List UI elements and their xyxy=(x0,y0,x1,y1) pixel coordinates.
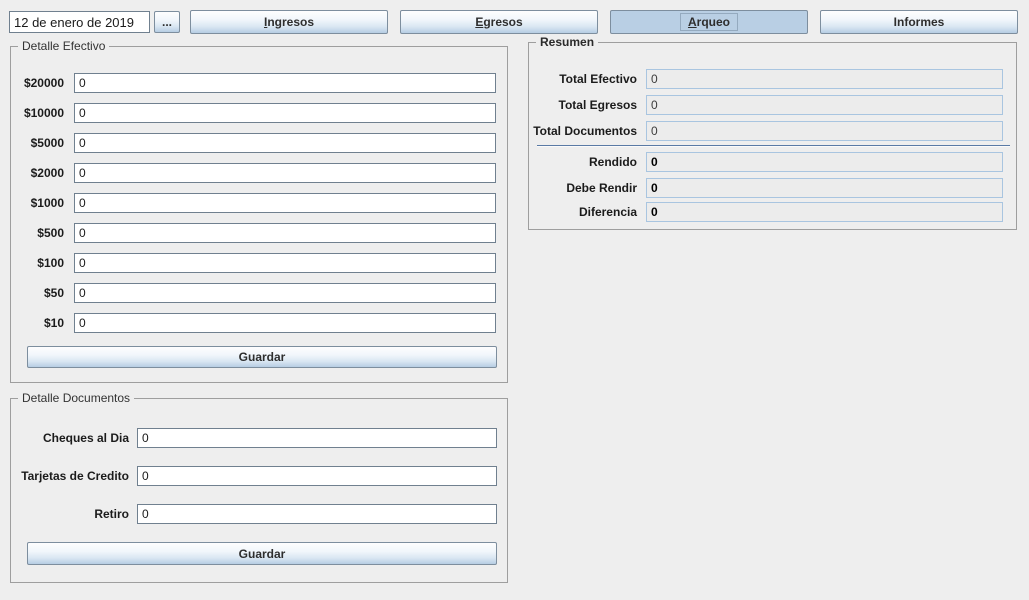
denom-20000-label: $20000 xyxy=(11,73,64,93)
denom-2000-label: $2000 xyxy=(11,163,64,183)
total-egresos-label: Total Egresos xyxy=(529,95,637,115)
denom-500-label: $500 xyxy=(11,223,64,243)
denom-10000-input[interactable] xyxy=(74,103,496,123)
retiro-input[interactable] xyxy=(137,504,497,524)
guardar-documentos-button[interactable]: Guardar xyxy=(27,542,497,565)
denom-1000-input[interactable] xyxy=(74,193,496,213)
resumen-title: Resumen xyxy=(536,35,598,49)
resumen-separator xyxy=(537,145,1010,147)
denom-5000-label: $5000 xyxy=(11,133,64,153)
denom-10000-label: $10000 xyxy=(11,103,64,123)
focus-rect: Arqueo xyxy=(680,13,738,31)
rendido-value: 0 xyxy=(646,152,1003,172)
tarjetas-input[interactable] xyxy=(137,466,497,486)
guardar-efectivo-label: Guardar xyxy=(239,350,286,364)
ellipsis-icon: ... xyxy=(162,15,172,29)
nav-informes-button[interactable]: Informes xyxy=(820,10,1018,34)
nav-ingresos-button[interactable]: Ingresos xyxy=(190,10,388,34)
denom-10-input[interactable] xyxy=(74,313,496,333)
date-input[interactable] xyxy=(9,11,150,33)
nav-ingresos-label: Ingresos xyxy=(264,15,314,29)
cheques-input[interactable] xyxy=(137,428,497,448)
guardar-efectivo-button[interactable]: Guardar xyxy=(27,346,497,368)
denom-2000-input[interactable] xyxy=(74,163,496,183)
denom-10-label: $10 xyxy=(11,313,64,333)
retiro-label: Retiro xyxy=(11,504,129,524)
denom-100-label: $100 xyxy=(11,253,64,273)
date-picker-button[interactable]: ... xyxy=(154,11,180,33)
denom-50-input[interactable] xyxy=(74,283,496,303)
nav-egresos-button[interactable]: Egresos xyxy=(400,10,598,34)
denom-5000-input[interactable] xyxy=(74,133,496,153)
nav-informes-label: Informes xyxy=(894,15,945,29)
denom-1000-label: $1000 xyxy=(11,193,64,213)
diferencia-label: Diferencia xyxy=(529,202,637,222)
detalle-efectivo-panel: Detalle Efectivo $20000 $10000 $5000 $20… xyxy=(10,46,508,383)
diferencia-value: 0 xyxy=(646,202,1003,222)
debe-rendir-value: 0 xyxy=(646,178,1003,198)
nav-egresos-label: Egresos xyxy=(475,15,522,29)
rendido-label: Rendido xyxy=(529,152,637,172)
guardar-documentos-label: Guardar xyxy=(239,547,286,561)
total-documentos-label: Total Documentos xyxy=(529,121,637,141)
resumen-panel: Resumen Total Efectivo 0 Total Egresos 0… xyxy=(528,42,1017,230)
detalle-documentos-panel: Detalle Documentos Cheques al Dia Tarjet… xyxy=(10,398,508,583)
denom-100-input[interactable] xyxy=(74,253,496,273)
total-documentos-value: 0 xyxy=(646,121,1003,141)
cheques-label: Cheques al Dia xyxy=(11,428,129,448)
total-efectivo-value: 0 xyxy=(646,69,1003,89)
tarjetas-label: Tarjetas de Credito xyxy=(11,466,129,486)
denom-50-label: $50 xyxy=(11,283,64,303)
total-efectivo-label: Total Efectivo xyxy=(529,69,637,89)
denom-500-input[interactable] xyxy=(74,223,496,243)
detalle-documentos-title: Detalle Documentos xyxy=(18,391,134,405)
total-egresos-value: 0 xyxy=(646,95,1003,115)
detalle-efectivo-title: Detalle Efectivo xyxy=(18,39,109,53)
denom-20000-input[interactable] xyxy=(74,73,496,93)
arqueo-window: ... Ingresos Egresos Arqueo Informes Det… xyxy=(0,0,1029,600)
nav-arqueo-button[interactable]: Arqueo xyxy=(610,10,808,34)
debe-rendir-label: Debe Rendir xyxy=(529,178,637,198)
nav-arqueo-label: Arqueo xyxy=(688,15,730,29)
